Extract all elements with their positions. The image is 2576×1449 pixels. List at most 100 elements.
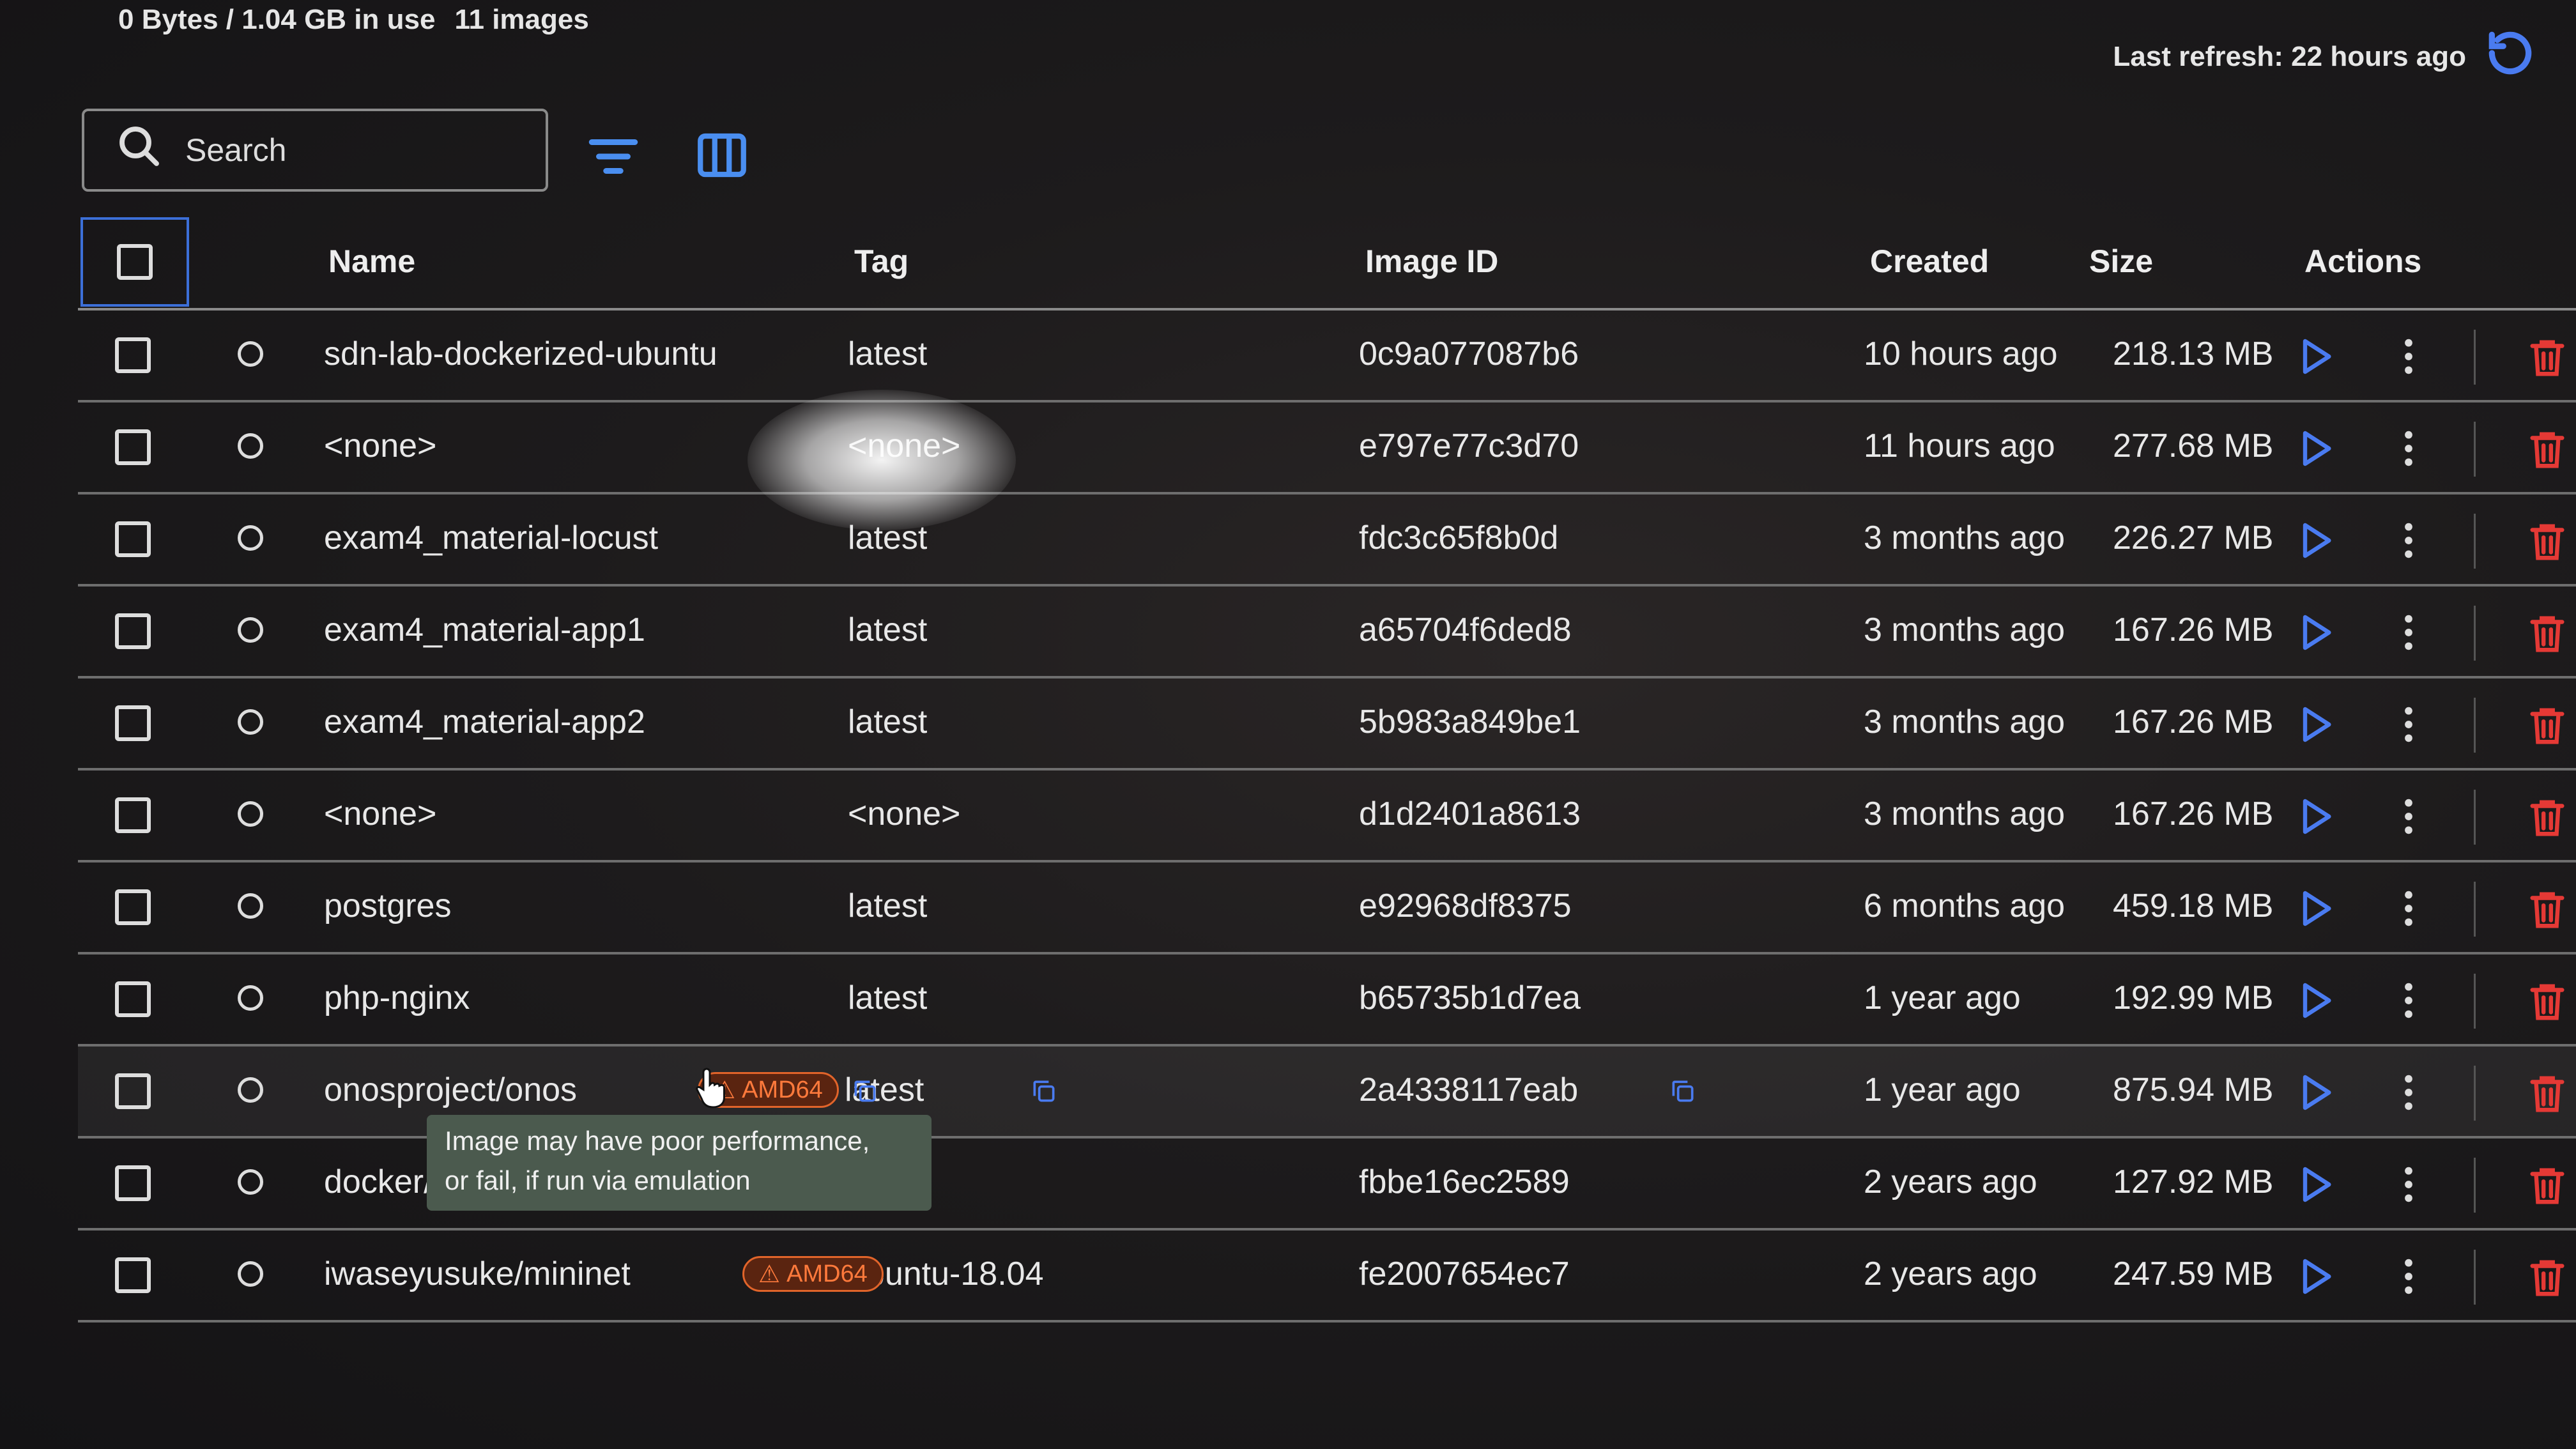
delete-icon[interactable] bbox=[2525, 703, 2570, 747]
more-options-icon[interactable] bbox=[2396, 612, 2421, 653]
copy-icon[interactable] bbox=[1669, 1077, 1697, 1105]
row-checkbox[interactable] bbox=[115, 889, 151, 925]
image-tag: <none> bbox=[848, 427, 961, 464]
delete-icon[interactable] bbox=[2525, 335, 2570, 379]
image-tag: <none> bbox=[848, 795, 961, 832]
more-options-icon[interactable] bbox=[2396, 520, 2421, 561]
table-row[interactable]: exam4_material-app2 latest 5b983a849be1 … bbox=[78, 678, 2576, 770]
delete-icon[interactable] bbox=[2525, 427, 2570, 471]
delete-icon[interactable] bbox=[2525, 795, 2570, 839]
copy-icon[interactable] bbox=[1030, 1077, 1058, 1105]
row-checkbox[interactable] bbox=[115, 981, 151, 1017]
row-checkbox[interactable] bbox=[115, 1257, 151, 1293]
image-name[interactable]: <none> bbox=[324, 427, 436, 465]
more-options-icon[interactable] bbox=[2396, 1072, 2421, 1113]
image-created: 1 year ago bbox=[1864, 979, 2021, 1016]
more-options-icon[interactable] bbox=[2396, 1256, 2421, 1297]
image-name[interactable]: sdn-lab-dockerized-ubuntu bbox=[324, 335, 717, 373]
run-icon[interactable] bbox=[2295, 520, 2336, 561]
row-checkbox[interactable] bbox=[115, 429, 151, 465]
columns-icon[interactable] bbox=[693, 126, 751, 184]
refresh-area: Last refresh: 22 hours ago bbox=[2113, 26, 2538, 88]
image-id: 0c9a077087b6 bbox=[1359, 335, 1579, 372]
delete-icon[interactable] bbox=[2525, 979, 2570, 1023]
image-tag: latest bbox=[848, 611, 928, 648]
column-size[interactable]: Size bbox=[2089, 243, 2153, 280]
run-icon[interactable] bbox=[2295, 428, 2336, 469]
select-all-checkbox-cell[interactable] bbox=[80, 217, 189, 307]
top-status: 0 Bytes / 1.04 GB in use 11 images bbox=[118, 4, 589, 36]
delete-icon[interactable] bbox=[2525, 1255, 2570, 1300]
image-size: 247.59 MB bbox=[2113, 1255, 2274, 1292]
delete-icon[interactable] bbox=[2525, 519, 2570, 564]
image-name[interactable]: exam4_material-app2 bbox=[324, 703, 645, 741]
image-name[interactable]: php-nginx bbox=[324, 979, 470, 1017]
actions-divider bbox=[2474, 882, 2476, 937]
row-checkbox[interactable] bbox=[115, 1165, 151, 1201]
more-options-icon[interactable] bbox=[2396, 796, 2421, 837]
delete-icon[interactable] bbox=[2525, 1163, 2570, 1208]
run-icon[interactable] bbox=[2295, 1072, 2336, 1113]
image-name[interactable]: docker/ bbox=[324, 1163, 433, 1201]
column-tag[interactable]: Tag bbox=[854, 243, 908, 280]
row-checkbox[interactable] bbox=[115, 337, 151, 373]
amd64-warning-badge[interactable]: ⚠AMD64 bbox=[742, 1256, 884, 1292]
image-tag: latest bbox=[848, 979, 928, 1016]
table-row[interactable]: <none> <none> d1d2401a8613 3 months ago … bbox=[78, 770, 2576, 862]
more-options-icon[interactable] bbox=[2396, 980, 2421, 1021]
image-size: 167.26 MB bbox=[2113, 795, 2274, 832]
refresh-icon[interactable] bbox=[2483, 26, 2538, 88]
run-icon[interactable] bbox=[2295, 612, 2336, 653]
more-options-icon[interactable] bbox=[2396, 704, 2421, 745]
image-name[interactable]: exam4_material-locust bbox=[324, 519, 658, 557]
run-icon[interactable] bbox=[2295, 1164, 2336, 1205]
image-name[interactable]: onosproject/onos bbox=[324, 1071, 577, 1109]
image-size: 218.13 MB bbox=[2113, 335, 2274, 372]
row-checkbox[interactable] bbox=[115, 1073, 151, 1109]
row-checkbox[interactable] bbox=[115, 613, 151, 649]
run-icon[interactable] bbox=[2295, 704, 2336, 745]
delete-icon[interactable] bbox=[2525, 887, 2570, 931]
row-checkbox[interactable] bbox=[115, 797, 151, 833]
delete-icon[interactable] bbox=[2525, 1071, 2570, 1116]
image-size: 277.68 MB bbox=[2113, 427, 2274, 464]
select-all-checkbox[interactable] bbox=[117, 244, 153, 280]
table-row[interactable]: sdn-lab-dockerized-ubuntu latest 0c9a077… bbox=[78, 310, 2576, 402]
image-name[interactable]: <none> bbox=[324, 795, 436, 833]
search-input[interactable]: Search bbox=[82, 109, 548, 192]
column-name[interactable]: Name bbox=[328, 243, 415, 280]
table-row[interactable]: <none> <none> e797e77c3d70 11 hours ago … bbox=[78, 402, 2576, 494]
image-name[interactable]: exam4_material-app1 bbox=[324, 611, 645, 649]
run-icon[interactable] bbox=[2295, 1256, 2336, 1297]
more-options-icon[interactable] bbox=[2396, 428, 2421, 469]
image-id: 5b983a849be1 bbox=[1359, 703, 1581, 740]
filter-icon[interactable] bbox=[585, 128, 642, 185]
table-row[interactable]: exam4_material-locust latest fdc3c65f8b0… bbox=[78, 494, 2576, 586]
table-row[interactable]: iwaseyusuke/mininet ubuntu-18.04 fe20076… bbox=[78, 1230, 2576, 1322]
more-options-icon[interactable] bbox=[2396, 1164, 2421, 1205]
status-dot-icon bbox=[238, 801, 263, 827]
image-name[interactable]: iwaseyusuke/mininet bbox=[324, 1255, 631, 1293]
column-actions: Actions bbox=[2304, 243, 2422, 279]
delete-icon[interactable] bbox=[2525, 611, 2570, 656]
image-name[interactable]: postgres bbox=[324, 887, 451, 925]
row-checkbox[interactable] bbox=[115, 705, 151, 741]
column-image-id[interactable]: Image ID bbox=[1365, 243, 1498, 280]
more-options-icon[interactable] bbox=[2396, 888, 2421, 929]
table-row[interactable]: exam4_material-app1 latest a65704f6ded8 … bbox=[78, 586, 2576, 678]
more-options-icon[interactable] bbox=[2396, 336, 2421, 377]
image-id: b65735b1d7ea bbox=[1359, 979, 1581, 1016]
table-row[interactable]: postgres latest e92968df8375 6 months ag… bbox=[78, 862, 2576, 954]
run-icon[interactable] bbox=[2295, 796, 2336, 837]
column-created[interactable]: Created bbox=[1870, 243, 1989, 280]
tooltip-line-2: or fail, if run via emulation bbox=[445, 1165, 751, 1195]
row-checkbox[interactable] bbox=[115, 521, 151, 557]
status-dot-icon bbox=[238, 985, 263, 1011]
status-dot-icon bbox=[238, 1077, 263, 1103]
copy-icon[interactable] bbox=[851, 1077, 879, 1105]
run-icon[interactable] bbox=[2295, 336, 2336, 377]
run-icon[interactable] bbox=[2295, 980, 2336, 1021]
run-icon[interactable] bbox=[2295, 888, 2336, 929]
image-created: 3 months ago bbox=[1864, 795, 2066, 832]
table-row[interactable]: php-nginx latest b65735b1d7ea 1 year ago… bbox=[78, 954, 2576, 1046]
